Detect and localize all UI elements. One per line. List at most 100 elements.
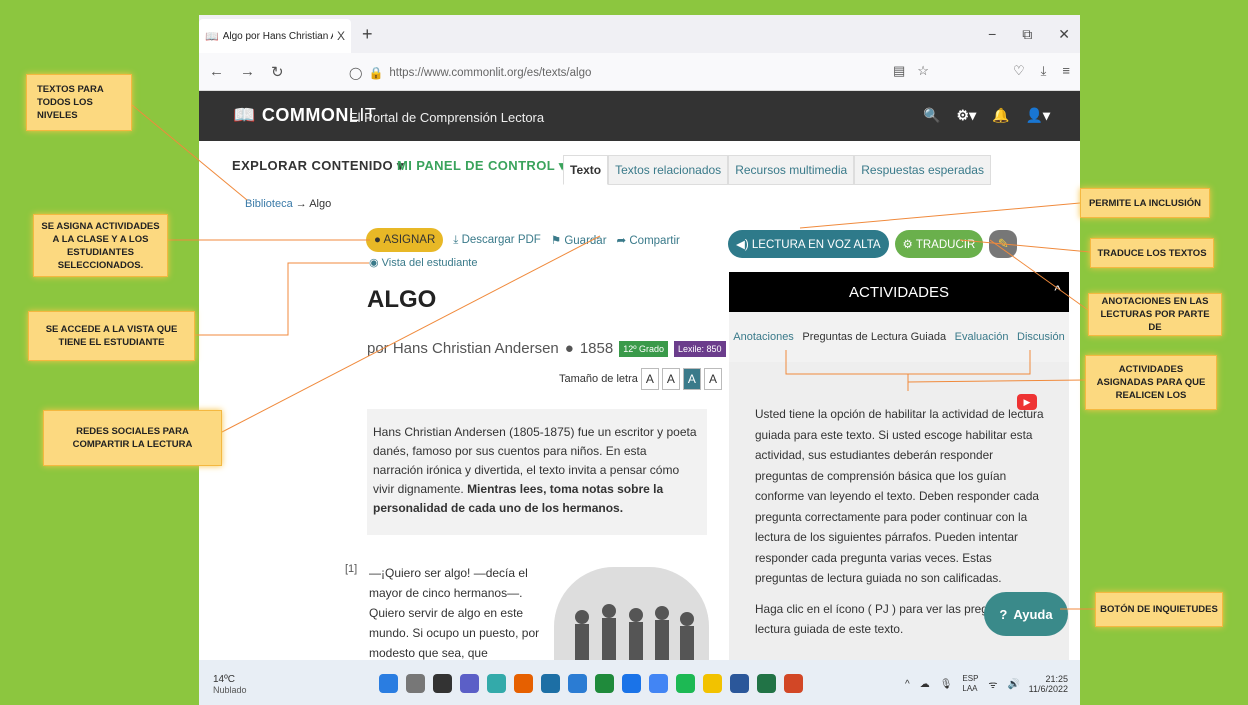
pocket-icon[interactable]: ♡ (1013, 63, 1025, 79)
eye-icon: ◉ (369, 257, 379, 269)
tab-close-icon[interactable]: X (337, 29, 345, 43)
font-size-4[interactable]: A (703, 368, 722, 390)
weather-widget[interactable]: 14ºC Nublado (213, 674, 247, 695)
browser-window: 📖 Algo por Hans Christian Anders X + − ⧉… (199, 15, 1080, 705)
todo-icon[interactable] (568, 674, 587, 693)
read-aloud-label: LECTURA EN VOZ ALTA (751, 239, 881, 251)
app-icon[interactable] (487, 674, 506, 693)
search-icon[interactable]: 🔍 (923, 107, 940, 124)
help-button[interactable]: ? Ayuda (984, 592, 1068, 636)
share-button[interactable]: ➦ Compartir (617, 233, 680, 247)
byline: por Hans Christian Andersen ● 1858 12º G… (367, 340, 726, 357)
save-label: Guardar (564, 235, 607, 247)
paragraph-text: —¡Quiero ser algo! —decía el mayor de ci… (369, 566, 540, 660)
annotate-pencil-icon[interactable]: ✎ (989, 230, 1018, 258)
search-taskbar-icon[interactable] (406, 674, 425, 693)
close-window-icon[interactable]: ✕ (1058, 26, 1070, 43)
question-icon: ? (999, 606, 1008, 622)
tab-textos-relacionados[interactable]: Textos relacionados (608, 155, 729, 185)
weather-text: Nublado (213, 685, 247, 695)
share-icon: ➦ (616, 235, 627, 247)
note-asignar: SE ASIGNA ACTIVIDADES A LA CLASE Y A LOS… (33, 214, 168, 277)
word-icon[interactable] (730, 674, 749, 693)
font-size-3[interactable]: A (682, 368, 701, 390)
font-size-control: Tamaño de letra A A A A (559, 368, 722, 390)
download-pdf-button[interactable]: ⤓ Descargar PDF (453, 234, 541, 247)
note-anotaciones: ANOTACIONES EN LAS LECTURAS POR PARTE DE (1088, 293, 1222, 336)
note-traduce: TRADUCE LOS TEXTOS (1090, 238, 1214, 268)
lexile-badge: Lexile: 850 (674, 340, 726, 357)
save-button[interactable]: ⚑ Guardar (551, 233, 607, 247)
chrome-icon[interactable] (649, 674, 668, 693)
firefox-icon[interactable] (514, 674, 533, 693)
download-icon[interactable]: ⤓ (1041, 63, 1047, 79)
tab-respuestas-esperadas[interactable]: Respuestas esperadas (854, 155, 991, 185)
app3-icon[interactable] (784, 674, 803, 693)
panel-menu[interactable]: MI PANEL DE CONTROL ▾ (397, 158, 566, 174)
mic-icon[interactable]: 🎙 (940, 679, 953, 690)
assign-button[interactable]: ● ASIGNAR (366, 228, 444, 252)
note-ayuda: BOTÓN DE INQUIETUDES (1095, 592, 1223, 627)
user-icon[interactable]: 👤▾ (1026, 107, 1050, 124)
collapse-icon[interactable]: ^ (1054, 282, 1061, 298)
reload-icon[interactable]: ↻ (271, 63, 284, 81)
reader-view-icon[interactable]: ▤ (893, 63, 905, 79)
minimize-icon[interactable]: − (988, 26, 996, 43)
mail-icon[interactable] (541, 674, 560, 693)
site-slogan: El Portal de Comprensión Lectora (349, 110, 545, 125)
tab-evaluacion[interactable]: Evaluación (955, 331, 1009, 343)
back-icon[interactable]: ← (209, 63, 224, 81)
guided-reading-text: Usted tiene la opción de habilitar la ac… (755, 407, 1044, 585)
spotify-icon[interactable] (676, 674, 695, 693)
lang2: LAA (962, 684, 978, 693)
volume-icon[interactable]: 🔊 (1008, 679, 1020, 690)
window-controls: − ⧉ ✕ (988, 26, 1070, 43)
excel-icon[interactable] (757, 674, 776, 693)
tab-preguntas[interactable]: Preguntas de Lectura Guiada (802, 331, 946, 343)
explorer-icon[interactable] (703, 674, 722, 693)
forward-icon[interactable]: → (240, 63, 255, 81)
menu-icon[interactable]: ≡ (1062, 63, 1070, 79)
language-indicator[interactable]: ESP LAA (962, 674, 978, 694)
font-size-1[interactable]: A (640, 368, 659, 390)
year: 1858 (579, 340, 614, 357)
browser-tab[interactable]: 📖 Algo por Hans Christian Anders X (199, 19, 351, 53)
pdf-label: Descargar PDF (461, 233, 541, 246)
translate-button[interactable]: ⚙ TRADUCIR (894, 230, 984, 258)
breadcrumb-library[interactable]: Biblioteca (245, 198, 293, 210)
tab-discusion[interactable]: Discusión (1017, 331, 1065, 343)
restore-icon[interactable]: ⧉ (1022, 26, 1032, 43)
tray-up-icon[interactable]: ^ (905, 679, 910, 690)
tab-anotaciones[interactable]: Anotaciones (733, 331, 794, 343)
system-tray: ^ ☁ 🎙 ESP LAA ᯤ 🔊 (905, 674, 1020, 694)
url-text: https://www.commonlit.org/es/texts/algo (389, 67, 592, 79)
activities-header[interactable]: ACTIVIDADES ^ (729, 272, 1069, 312)
lang1: ESP (962, 674, 979, 683)
wifi-icon[interactable]: ᯤ (988, 677, 997, 691)
chat-icon[interactable] (460, 674, 479, 693)
youtube-icon[interactable]: ▶ (1017, 394, 1037, 410)
taskbar: 14ºC Nublado ^ ☁ 🎙 ESP LAA ᯤ 🔊 21:25 11/… (199, 660, 1080, 705)
address-field[interactable]: ◯ 🔒 https://www.commonlit.org/es/texts/a… (349, 62, 909, 84)
start-icon[interactable] (379, 674, 398, 693)
activities-body: Usted tiene la opción de habilitar la ac… (729, 362, 1069, 705)
tab-recursos-multimedia[interactable]: Recursos multimedia (728, 155, 855, 185)
font-size-2[interactable]: A (661, 368, 680, 390)
app2-icon[interactable] (595, 674, 614, 693)
explorar-menu[interactable]: EXPLORAR CONTENIDO ▾ (232, 158, 404, 174)
tab-texto[interactable]: Texto (563, 155, 609, 185)
student-view-link[interactable]: ◉ Vista del estudiante (369, 256, 477, 269)
task-view-icon[interactable] (433, 674, 452, 693)
cloud-icon[interactable]: ☁ (920, 679, 930, 690)
read-aloud-button[interactable]: ◀) LECTURA EN VOZ ALTA (728, 230, 889, 258)
edge-icon[interactable] (622, 674, 641, 693)
shield-icon: ◯ (349, 66, 363, 80)
language-icon[interactable]: ⚙▾ (957, 107, 977, 124)
new-tab-icon[interactable]: + (362, 24, 373, 45)
save-icon: ⚑ (550, 235, 562, 247)
bell-icon[interactable]: 🔔 (992, 107, 1009, 124)
breadcrumb: Biblioteca → Algo (245, 198, 331, 210)
student-view-label: Vista del estudiante (381, 257, 478, 269)
clock[interactable]: 21:25 11/6/2022 (1029, 674, 1068, 694)
bookmark-star-icon[interactable]: ☆ (917, 63, 929, 79)
